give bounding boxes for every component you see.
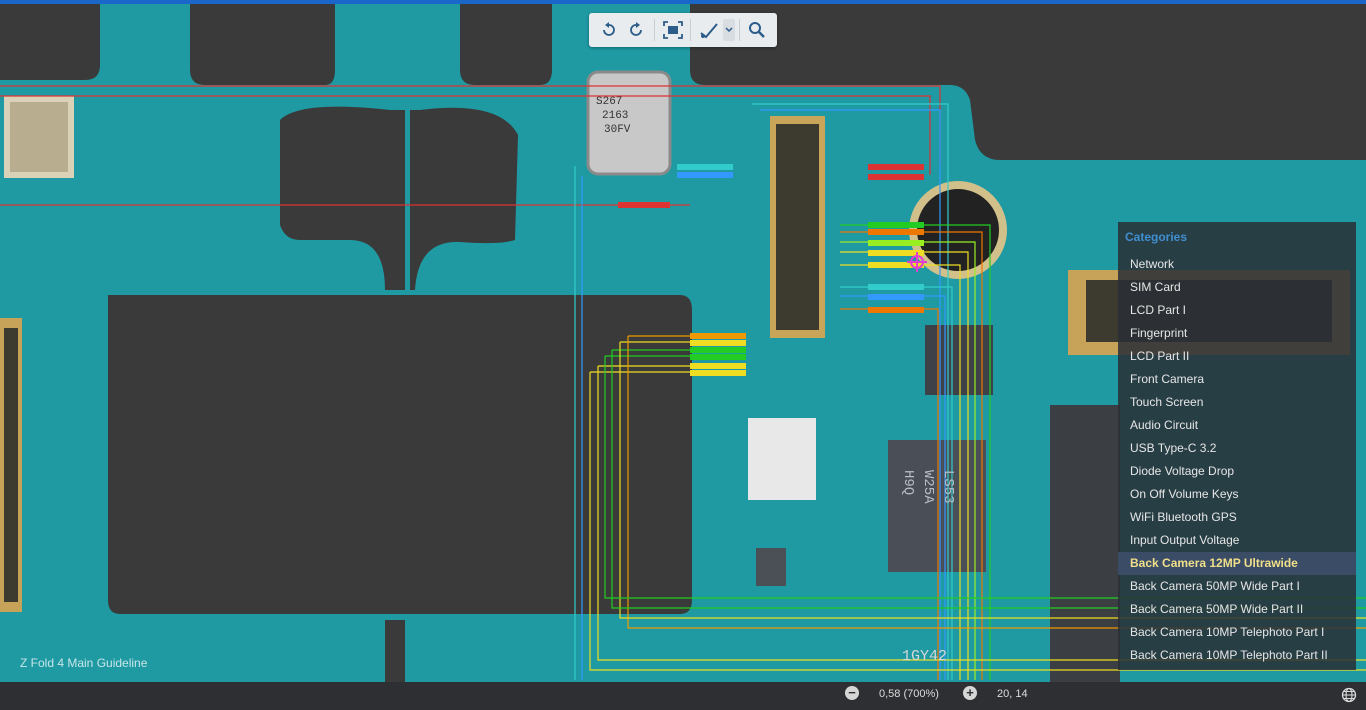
svg-text:30FV: 30FV (604, 124, 631, 136)
measure-tool-button[interactable] (695, 16, 722, 44)
category-item[interactable]: LCD Part II (1118, 345, 1356, 368)
category-item[interactable]: Diode Voltage Drop (1118, 460, 1356, 483)
search-icon (749, 22, 766, 38)
rotate-right-button[interactable] (622, 16, 649, 44)
toolbar-divider (690, 19, 692, 41)
rotate-left-button[interactable] (595, 16, 622, 44)
category-item[interactable]: Back Camera 10MP Telephoto Part II (1118, 644, 1356, 667)
chevron-down-icon (725, 27, 733, 33)
rotate-right-icon (630, 22, 643, 36)
zoom-in-button[interactable]: + (963, 686, 977, 700)
categories-panel: Categories Network SIM Card LCD Part I F… (1118, 222, 1356, 670)
svg-text:W25A: W25A (920, 470, 936, 504)
category-item[interactable]: Input Output Voltage (1118, 529, 1356, 552)
category-item[interactable]: Fingerprint (1118, 322, 1356, 345)
measure-tool-icon (700, 23, 718, 39)
rotate-left-icon (602, 22, 615, 36)
category-item[interactable]: Back Camera 10MP Telephoto Part I (1118, 621, 1356, 644)
fit-screen-icon (662, 21, 683, 39)
category-item[interactable]: LCD Part I (1118, 299, 1356, 322)
category-item[interactable]: USB Type-C 3.2 (1118, 437, 1356, 460)
cursor-coordinates: 20, 14 (997, 688, 1028, 700)
category-item[interactable]: Touch Screen (1118, 391, 1356, 414)
svg-text:S267: S267 (596, 96, 622, 108)
svg-text:LS53: LS53 (940, 470, 956, 504)
category-item[interactable]: Back Camera 50MP Wide Part I (1118, 575, 1356, 598)
search-button[interactable] (744, 16, 771, 44)
globe-icon[interactable] (1341, 687, 1357, 703)
categories-title: Categories (1125, 230, 1188, 244)
toolbar-divider (738, 19, 740, 41)
view-toolbar (589, 13, 777, 47)
category-item[interactable]: SIM Card (1118, 276, 1356, 299)
fit-screen-button[interactable] (659, 16, 686, 44)
category-item[interactable]: Audio Circuit (1118, 414, 1356, 437)
category-item-active[interactable]: Back Camera 12MP Ultrawide (1118, 552, 1356, 575)
category-item[interactable]: On Off Volume Keys (1118, 483, 1356, 506)
svg-text:H9Q: H9Q (900, 470, 916, 495)
window-top-border (0, 0, 1366, 4)
zoom-level: 0,58 (700%) (879, 688, 939, 700)
measure-tool-dropdown[interactable] (722, 19, 735, 41)
zoom-out-button[interactable]: − (845, 686, 859, 700)
category-item[interactable]: Back Camera 50MP Wide Part II (1118, 598, 1356, 621)
status-bar (0, 682, 1366, 710)
categories-list: Network SIM Card LCD Part I Fingerprint … (1118, 253, 1356, 667)
svg-text:2163: 2163 (602, 110, 628, 122)
board-title: Z Fold 4 Main Guideline (20, 656, 148, 670)
category-item[interactable]: Front Camera (1118, 368, 1356, 391)
category-item[interactable]: Network (1118, 253, 1356, 276)
toolbar-divider (653, 19, 655, 41)
category-item[interactable]: WiFi Bluetooth GPS (1118, 506, 1356, 529)
svg-text:1GY42: 1GY42 (902, 648, 947, 665)
